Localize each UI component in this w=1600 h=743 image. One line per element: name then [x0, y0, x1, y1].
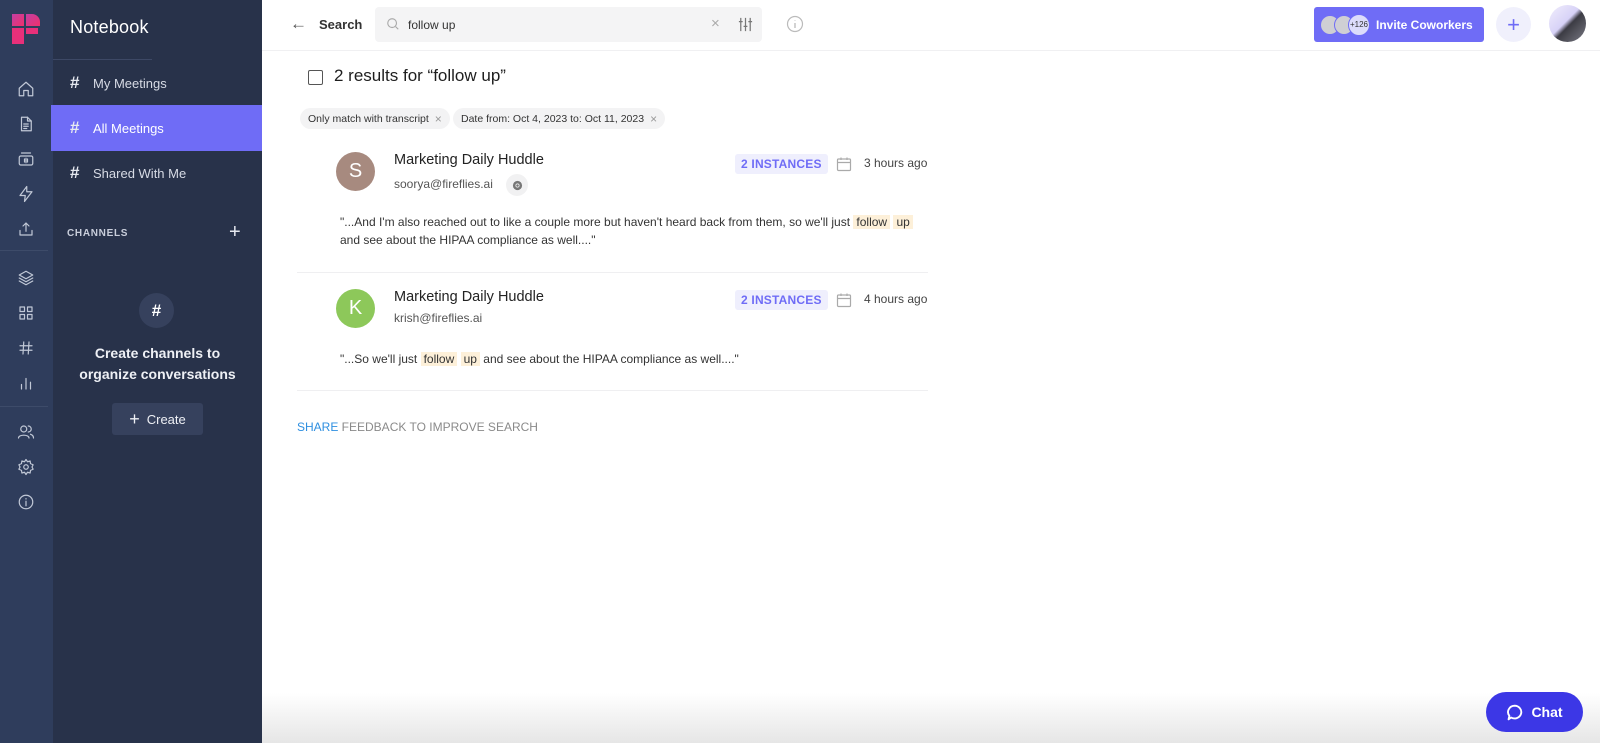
panel-title: Notebook: [70, 17, 149, 37]
create-channel-button[interactable]: + Create: [112, 403, 203, 435]
nav-item-shared-with-me[interactable]: # Shared With Me: [53, 150, 262, 196]
transcript-snippet[interactable]: "...And I'm also reached out to like a c…: [340, 213, 930, 249]
meeting-time: 3 hours ago: [864, 156, 928, 170]
add-button[interactable]: +: [1496, 7, 1531, 42]
notebook-panel: Notebook # My Meetings # All Meetings # …: [53, 0, 262, 743]
channels-empty-message: Create channels to organize conversation…: [53, 343, 262, 385]
nav-item-all-meetings[interactable]: # All Meetings: [53, 105, 262, 151]
more-coworkers-count: +126: [1348, 13, 1370, 36]
chrome-icon: [506, 174, 528, 196]
avatar: S: [336, 152, 375, 191]
home-icon[interactable]: [14, 77, 38, 101]
user-avatar[interactable]: [1549, 5, 1586, 42]
meeting-time: 4 hours ago: [864, 292, 928, 306]
plus-icon: +: [129, 408, 140, 429]
search-page-label: Search: [319, 17, 363, 32]
nav-item-my-meetings[interactable]: # My Meetings: [53, 60, 262, 106]
meeting-title[interactable]: Marketing Daily Huddle: [394, 289, 544, 305]
share-feedback-link[interactable]: SHARE: [297, 420, 338, 434]
instances-badge[interactable]: 2 INSTANCES: [735, 290, 828, 310]
top-bar: ← Search × +126 Invite Coworkers +: [262, 0, 1600, 51]
nav-item-label: All Meetings: [93, 120, 164, 136]
highlight: follow: [420, 352, 458, 366]
chip-label: Only match with transcript: [308, 112, 429, 125]
highlight: follow: [853, 215, 891, 229]
settings-icon[interactable]: [14, 455, 38, 479]
select-all-checkbox[interactable]: [308, 70, 323, 85]
feedback-text: FEEDBACK TO IMPROVE SEARCH: [338, 420, 538, 434]
feedback-link: SHARE FEEDBACK TO IMPROVE SEARCH: [297, 420, 538, 434]
back-arrow-icon[interactable]: ←: [290, 14, 307, 34]
chat-button[interactable]: Chat: [1486, 692, 1583, 732]
chat-label: Chat: [1531, 704, 1563, 720]
calendar-icon: [836, 157, 852, 172]
empty-line-2: organize conversations: [79, 366, 236, 382]
icon-rail: [0, 0, 53, 743]
recorder-icon[interactable]: [14, 147, 38, 171]
instances-badge[interactable]: 2 INSTANCES: [735, 154, 828, 174]
filter-chip-date: Date from: Oct 4, 2023 to: Oct 11, 2023 …: [453, 108, 666, 129]
organizer-email: soorya@fireflies.ai: [394, 177, 493, 191]
clear-search-icon[interactable]: ×: [711, 15, 720, 32]
team-icon[interactable]: [14, 420, 38, 444]
create-label: Create: [146, 411, 186, 427]
fireflies-logo-icon[interactable]: [12, 14, 40, 44]
hashtag-icon[interactable]: [14, 336, 38, 360]
add-channel-button[interactable]: +: [229, 221, 241, 244]
rail-divider: [0, 250, 48, 251]
transcript-snippet[interactable]: "...So we'll just follow up and see abou…: [340, 350, 930, 368]
layers-icon[interactable]: [14, 266, 38, 290]
hashtag-icon: #: [70, 73, 80, 92]
search-icon: [387, 18, 399, 30]
document-icon[interactable]: [14, 112, 38, 136]
calendar-icon: [836, 293, 852, 308]
filter-sliders-icon[interactable]: [737, 16, 754, 33]
upload-icon[interactable]: [14, 217, 38, 241]
apps-grid-icon[interactable]: [14, 301, 38, 325]
chat-bubble-icon: [1507, 704, 1523, 720]
invite-coworkers-button[interactable]: +126 Invite Coworkers: [1314, 7, 1484, 42]
filter-chip-transcript: Only match with transcript ×: [300, 108, 450, 129]
meeting-title[interactable]: Marketing Daily Huddle: [394, 152, 544, 168]
bottom-fade: [262, 693, 1600, 743]
snippet-text: "...So we'll just: [340, 352, 421, 366]
empty-line-1: Create channels to: [94, 345, 221, 361]
highlight: up: [460, 352, 480, 366]
search-input[interactable]: [408, 15, 698, 35]
chip-label: Date from: Oct 4, 2023 to: Oct 11, 2023: [461, 112, 645, 125]
snippet-text: "...And I'm also reached out to like a c…: [340, 215, 854, 229]
snippet-text: and see about the HIPAA compliance as we…: [340, 233, 596, 247]
lightning-icon[interactable]: [14, 182, 38, 206]
hashtag-icon: #: [70, 163, 80, 182]
info-icon[interactable]: [14, 490, 38, 514]
remove-filter-icon[interactable]: ×: [650, 112, 657, 126]
channel-hashtag-icon: #: [139, 293, 174, 328]
snippet-text: and see about the HIPAA compliance as we…: [479, 352, 739, 366]
avatar: K: [336, 289, 375, 328]
result-item[interactable]: S Marketing Daily Huddle soorya@fireflie…: [297, 139, 928, 273]
highlight: up: [893, 215, 913, 229]
result-item[interactable]: K Marketing Daily Huddle krish@fireflies…: [297, 273, 928, 391]
rail-divider: [0, 406, 48, 407]
channels-heading: CHANNELS: [67, 228, 129, 239]
nav-item-label: Shared With Me: [93, 165, 187, 181]
invite-label: Invite Coworkers: [1376, 17, 1473, 32]
search-info-icon[interactable]: [786, 15, 804, 33]
organizer-email: krish@fireflies.ai: [394, 311, 483, 325]
nav-item-label: My Meetings: [93, 75, 167, 91]
analytics-icon[interactable]: [14, 371, 38, 395]
results-title: 2 results for “follow up”: [334, 66, 506, 85]
hashtag-icon: #: [70, 118, 80, 137]
search-bar: ×: [375, 7, 762, 42]
remove-filter-icon[interactable]: ×: [435, 112, 442, 126]
